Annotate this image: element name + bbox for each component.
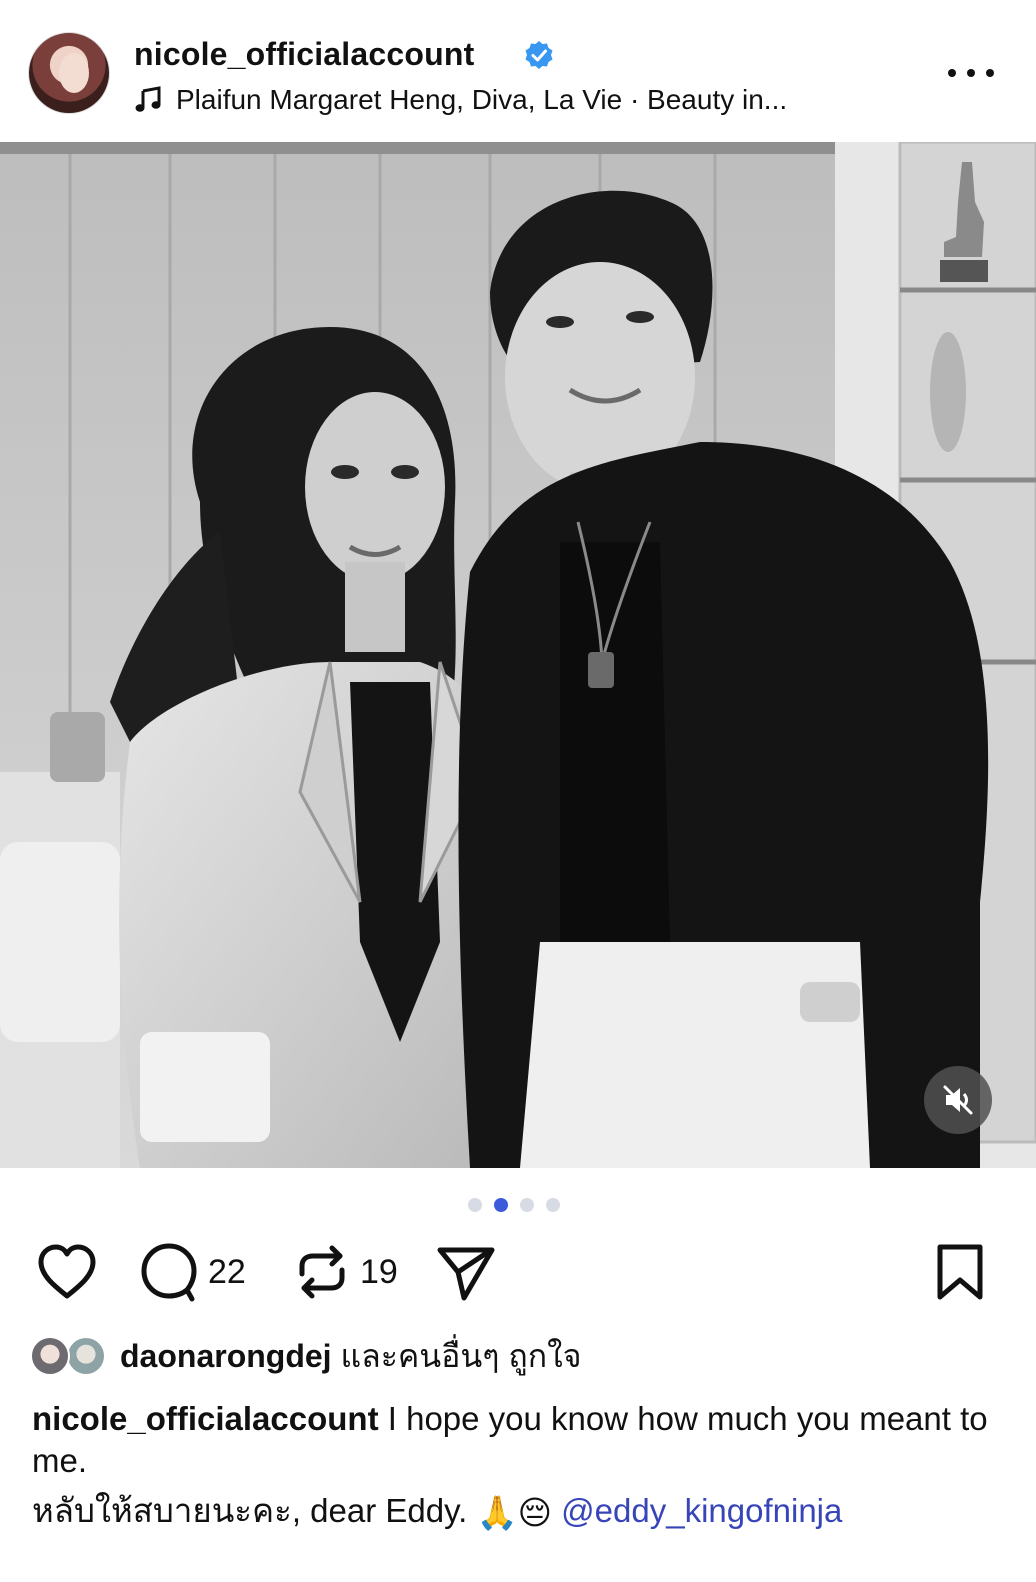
- caption-emojis: 🙏😔: [476, 1494, 553, 1532]
- music-note-icon: [135, 86, 161, 112]
- liker-username[interactable]: daonarongdej: [120, 1338, 332, 1374]
- share-icon: [437, 1247, 495, 1301]
- carousel-dot: [468, 1198, 482, 1212]
- music-attribution[interactable]: Plaifun Margaret Heng, Diva, La Vie · Be…: [134, 82, 787, 118]
- carousel-dot-active: [494, 1198, 508, 1212]
- like-button[interactable]: [36, 1242, 98, 1302]
- mute-button[interactable]: [924, 1066, 992, 1134]
- likes-text: daonarongdej และคนอื่นๆ ถูกใจ: [120, 1331, 581, 1382]
- repost-button[interactable]: 19: [294, 1242, 398, 1302]
- post-header: nicole_officialaccount Plaifun Margaret …: [0, 0, 1036, 142]
- bookmark-button[interactable]: [934, 1242, 986, 1302]
- verified-badge-icon: [525, 41, 553, 69]
- post-photo[interactable]: [0, 142, 1036, 1168]
- post-image: [0, 142, 1036, 1168]
- caption-username[interactable]: nicole_officialaccount: [32, 1400, 379, 1437]
- heart-icon: [38, 1244, 96, 1299]
- comment-icon: [141, 1243, 197, 1302]
- bookmark-icon: [937, 1244, 983, 1300]
- post-username[interactable]: nicole_officialaccount: [134, 36, 474, 73]
- action-bar: 22 19: [0, 1242, 1036, 1312]
- carousel-dot: [546, 1198, 560, 1212]
- likes-row[interactable]: daonarongdej และคนอื่นๆ ถูกใจ: [30, 1334, 581, 1378]
- carousel-indicator: [468, 1198, 560, 1212]
- comment-button[interactable]: 22: [140, 1242, 246, 1302]
- carousel-dot: [520, 1198, 534, 1212]
- repost-icon: [299, 1245, 345, 1299]
- avatar: [66, 1336, 106, 1376]
- more-options-icon[interactable]: [948, 58, 994, 88]
- repost-count: 19: [360, 1252, 398, 1291]
- profile-avatar[interactable]: [28, 32, 110, 114]
- caption-thai-text: หลับให้สบายนะคะ, dear Eddy.: [32, 1492, 468, 1529]
- mute-icon: [943, 1085, 973, 1115]
- avatar: [30, 1336, 70, 1376]
- mention-link[interactable]: @eddy_kingofninja: [561, 1492, 842, 1529]
- comment-count: 22: [208, 1252, 246, 1291]
- likes-and-others: และคนอื่นๆ: [340, 1337, 500, 1374]
- caption: nicole_officialaccount I hope you know h…: [32, 1398, 1012, 1482]
- caption-line-2: หลับให้สบายนะคะ, dear Eddy. 🙏😔 @eddy_kin…: [32, 1488, 1022, 1536]
- likes-liked: ถูกใจ: [508, 1337, 582, 1374]
- liker-avatars: [30, 1334, 112, 1378]
- music-text: Plaifun Margaret Heng, Diva, La Vie · Be…: [176, 84, 788, 115]
- share-button[interactable]: [436, 1242, 496, 1302]
